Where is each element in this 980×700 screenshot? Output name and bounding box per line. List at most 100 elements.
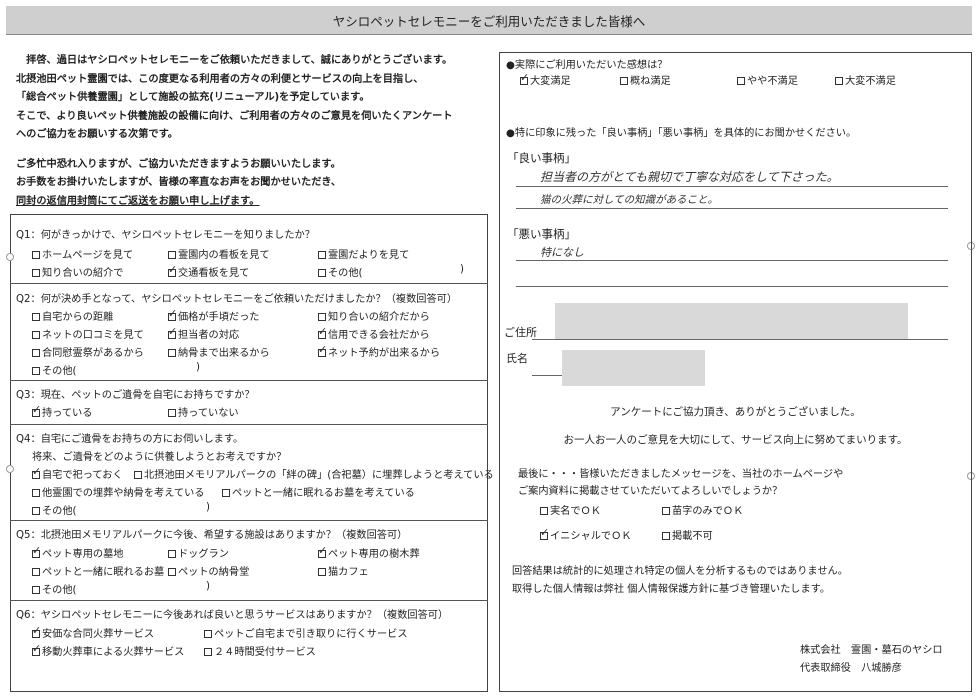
checkbox-checked[interactable]: ✓ bbox=[168, 308, 177, 321]
checkbox[interactable] bbox=[32, 367, 40, 375]
q5-option-tree-burial[interactable]: ✓ ペット専用の樹木葬 bbox=[318, 545, 420, 560]
check-mark-icon: ✓ bbox=[318, 325, 328, 338]
checkbox[interactable] bbox=[168, 349, 176, 357]
q2-option-staff[interactable]: ✓ 担当者の対応 bbox=[168, 326, 239, 341]
checkbox[interactable] bbox=[32, 586, 40, 594]
checkbox[interactable] bbox=[222, 489, 230, 497]
checkbox[interactable] bbox=[32, 568, 40, 576]
q2-option-price[interactable]: ✓ 価格が手頃だった bbox=[168, 308, 260, 323]
good-points-text-2[interactable]: 猫の火葬に対しての知識があること。 bbox=[540, 192, 718, 207]
checkbox-checked[interactable]: ✓ bbox=[318, 344, 327, 357]
q2-option-other[interactable]: その他( bbox=[32, 362, 77, 377]
q6-option-cheap-cremation[interactable]: ✓ 安価な合同火葬サービス bbox=[32, 625, 154, 640]
q2-option-online-booking[interactable]: ✓ ネット予約が出来るから bbox=[318, 344, 440, 359]
checkbox-checked[interactable]: ✓ bbox=[318, 545, 327, 558]
checkbox-checked[interactable]: ✓ bbox=[32, 625, 41, 638]
q5-option-columbarium[interactable]: ペットの納骨堂 bbox=[168, 563, 249, 578]
q5-question: Q5：北摂池田メモリアルパークに今後、希望する施設はありますか？（複数回答可） bbox=[16, 530, 408, 541]
checkbox-checked[interactable]: ✓ bbox=[32, 545, 41, 558]
q6-option-mobile-cremation[interactable]: ✓ 移動火葬車による火葬サービス bbox=[32, 643, 184, 658]
checkbox[interactable] bbox=[835, 77, 843, 85]
q2-option-reviews[interactable]: ネットの口コミを見て bbox=[32, 326, 144, 341]
checkbox-checked[interactable]: ✓ bbox=[540, 527, 549, 540]
checkbox[interactable] bbox=[318, 313, 326, 321]
divider bbox=[10, 380, 488, 381]
address-redacted[interactable] bbox=[555, 303, 908, 339]
checkbox-checked[interactable]: ✓ bbox=[32, 643, 41, 656]
q5-option-cat-cafe[interactable]: 猫カフェ bbox=[318, 563, 369, 578]
checkbox[interactable] bbox=[32, 269, 40, 277]
checkbox[interactable] bbox=[168, 409, 176, 417]
impression-mostly-satisfied[interactable]: 概ね満足 bbox=[620, 72, 671, 87]
writing-line bbox=[516, 208, 948, 209]
checkbox-checked[interactable]: ✓ bbox=[32, 466, 41, 479]
q1-option-referral[interactable]: 知り合いの紹介で bbox=[32, 264, 124, 279]
q1-option-traffic-sign[interactable]: ✓ 交通看板を見て bbox=[168, 264, 249, 279]
name-label: 氏名 bbox=[506, 352, 528, 365]
good-points-text[interactable]: 担当者の方がとても親切で丁寧な対応をして下さった。 bbox=[540, 168, 839, 185]
checkbox-checked[interactable]: ✓ bbox=[32, 404, 41, 417]
company-name: 株式会社 霊園・墓石のヤシロ bbox=[800, 645, 943, 656]
checkbox[interactable] bbox=[737, 77, 745, 85]
publish-decline[interactable]: 掲載不可 bbox=[662, 527, 713, 542]
name-redacted[interactable] bbox=[562, 350, 705, 386]
q5-option-shared-grave[interactable]: ペットと一緒に眠れるお墓 bbox=[32, 563, 164, 578]
checkbox[interactable] bbox=[134, 471, 142, 479]
checkbox[interactable] bbox=[318, 269, 326, 277]
checkbox[interactable] bbox=[32, 489, 40, 497]
impression-somewhat-dissatisfied[interactable]: やや不満足 bbox=[737, 72, 798, 87]
checkbox[interactable] bbox=[620, 77, 628, 85]
q3-option-no[interactable]: 持っていない bbox=[168, 404, 239, 419]
q5-option-pet-cemetery[interactable]: ✓ ペット専用の墓地 bbox=[32, 545, 124, 560]
checkbox[interactable] bbox=[168, 550, 176, 558]
checkbox[interactable] bbox=[32, 331, 40, 339]
publish-surname-only[interactable]: 苗字のみでＯＫ bbox=[662, 502, 743, 517]
q1-option-homepage[interactable]: ホームページを見て bbox=[32, 246, 133, 261]
q2-option-interment[interactable]: 納骨まで出来るから bbox=[168, 344, 270, 359]
checkbox[interactable] bbox=[32, 313, 40, 321]
q4-option-other-cemetery[interactable]: 他霊園での埋葬や納骨を考えている bbox=[32, 484, 205, 499]
checkbox[interactable] bbox=[168, 251, 176, 259]
check-mark-icon: ✓ bbox=[32, 465, 42, 478]
checkbox[interactable] bbox=[662, 507, 670, 515]
q4-question-2: 将来、ご遺骨をどのように供養しようとお考えですか？ bbox=[32, 452, 287, 463]
checkbox[interactable] bbox=[662, 532, 670, 540]
q4-option-home[interactable]: ✓ 自宅で祀っておく bbox=[32, 466, 123, 481]
q6-option-home-pickup[interactable]: ペットご自宅まで引き取りに行くサービス bbox=[204, 625, 408, 640]
checkbox[interactable] bbox=[168, 568, 176, 576]
q1-option-newsletter[interactable]: 霊園だよりを見て bbox=[318, 246, 409, 261]
publish-real-name[interactable]: 実名でＯＫ bbox=[540, 502, 601, 517]
q2-option-memorial[interactable]: 合同慰霊祭があるから bbox=[32, 344, 144, 359]
checkbox[interactable] bbox=[32, 349, 40, 357]
check-mark-icon: ✓ bbox=[168, 325, 178, 338]
checkbox-checked[interactable]: ✓ bbox=[168, 264, 177, 277]
q5-option-other[interactable]: その他( bbox=[32, 581, 77, 596]
checkbox[interactable] bbox=[204, 630, 212, 638]
check-mark-icon: ✓ bbox=[520, 71, 530, 84]
q1-option-signboard[interactable]: 霊園内の看板を見て bbox=[168, 246, 270, 261]
q1-option-other[interactable]: その他( bbox=[318, 264, 363, 279]
bad-points-text[interactable]: 特になし bbox=[540, 244, 584, 260]
q3-option-yes[interactable]: ✓ 持っている bbox=[32, 404, 92, 419]
checkbox[interactable] bbox=[540, 507, 548, 515]
impression-very-dissatisfied[interactable]: 大変不満足 bbox=[835, 72, 896, 87]
q2-option-distance[interactable]: 自宅からの距離 bbox=[32, 308, 113, 323]
q6-option-24h[interactable]: ２４時間受付サービス bbox=[204, 643, 316, 658]
checkbox-checked[interactable]: ✓ bbox=[520, 72, 529, 85]
q4-option-shared-grave[interactable]: ペットと一緒に眠れるお墓を考えている bbox=[222, 484, 415, 499]
q4-option-kizuna[interactable]: 北摂池田メモリアルパークの「絆の碑」(合祀墓）に埋葬しようと考えている bbox=[134, 466, 494, 481]
checkbox-checked[interactable]: ✓ bbox=[168, 326, 177, 339]
q5-option-dogrun[interactable]: ドッグラン bbox=[168, 545, 229, 560]
checkbox[interactable] bbox=[32, 507, 40, 515]
checkbox[interactable] bbox=[204, 648, 212, 656]
q4-option-other[interactable]: その他( bbox=[32, 502, 77, 517]
impression-very-satisfied[interactable]: ✓ 大変満足 bbox=[520, 72, 571, 87]
q2-option-referral[interactable]: 知り合いの紹介だから bbox=[318, 308, 430, 323]
publish-initials[interactable]: ✓ イニシャルでＯＫ bbox=[540, 527, 632, 542]
q2-option-trust[interactable]: ✓ 信用できる会社だから bbox=[318, 326, 430, 341]
check-mark-icon: ✓ bbox=[32, 403, 42, 416]
checkbox-checked[interactable]: ✓ bbox=[318, 326, 327, 339]
checkbox[interactable] bbox=[318, 251, 326, 259]
checkbox[interactable] bbox=[318, 568, 326, 576]
checkbox[interactable] bbox=[32, 251, 40, 259]
